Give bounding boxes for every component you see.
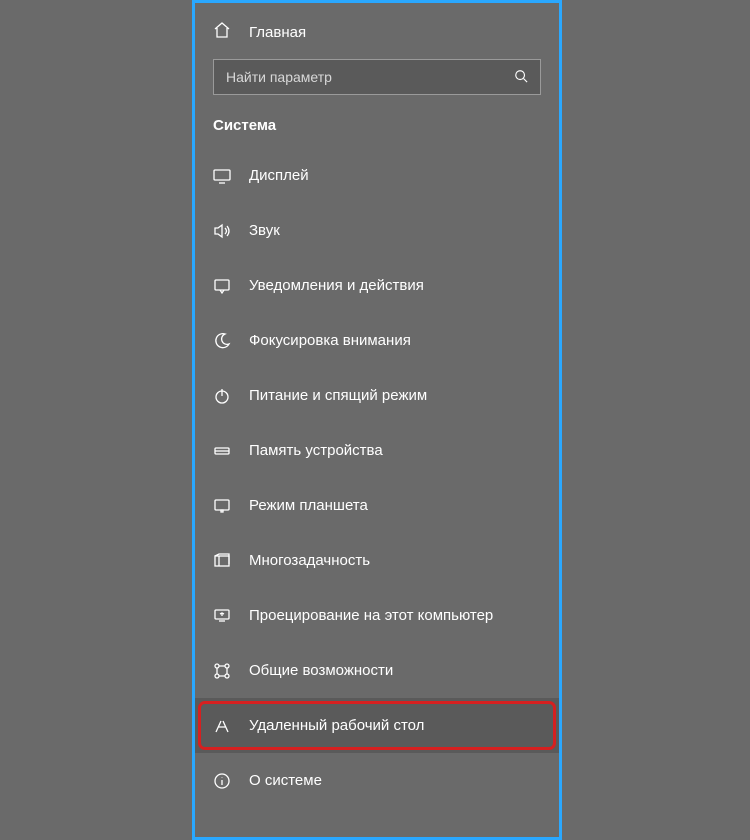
project-icon — [213, 607, 231, 625]
home-label: Главная — [249, 24, 306, 41]
power-icon — [213, 387, 231, 405]
nav-item-shared-exp[interactable]: Общие возможности — [195, 643, 559, 698]
monitor-icon — [213, 167, 231, 185]
section-title: Система — [195, 113, 559, 140]
search-icon — [514, 69, 530, 85]
search-input-container[interactable] — [213, 59, 541, 95]
multitask-icon — [213, 552, 231, 570]
moon-icon — [213, 332, 231, 350]
nav-label: Проецирование на этот компьютер — [249, 607, 493, 624]
nav-label: Общие возможности — [249, 662, 393, 679]
nav-label: Питание и спящий режим — [249, 387, 427, 404]
notification-icon — [213, 277, 231, 295]
nav-label: Звук — [249, 222, 280, 239]
nav-label: Уведомления и действия — [249, 277, 424, 294]
nav-item-focus-assist[interactable]: Фокусировка внимания — [195, 313, 559, 368]
nav-item-about[interactable]: О системе — [195, 753, 559, 808]
nav-label: Удаленный рабочий стол — [249, 717, 424, 734]
nav-list: Дисплей Звук Уведомления и действия Фоку… — [195, 140, 559, 808]
remote-icon — [213, 717, 231, 735]
home-nav-item[interactable]: Главная — [195, 13, 559, 57]
nav-item-power-sleep[interactable]: Питание и спящий режим — [195, 368, 559, 423]
search-input[interactable] — [224, 68, 514, 86]
nav-label: Многозадачность — [249, 552, 370, 569]
share-icon — [213, 662, 231, 680]
nav-label: Фокусировка внимания — [249, 332, 411, 349]
sound-icon — [213, 222, 231, 240]
nav-item-display[interactable]: Дисплей — [195, 148, 559, 203]
nav-item-sound[interactable]: Звук — [195, 203, 559, 258]
nav-item-storage[interactable]: Память устройства — [195, 423, 559, 478]
nav-item-remote-desktop[interactable]: Удаленный рабочий стол — [195, 698, 559, 753]
nav-label: О системе — [249, 772, 322, 789]
settings-system-sidebar: Главная Система Дисплей Звук Уведомления… — [192, 0, 562, 840]
nav-item-tablet-mode[interactable]: Режим планшета — [195, 478, 559, 533]
nav-item-multitasking[interactable]: Многозадачность — [195, 533, 559, 588]
storage-icon — [213, 442, 231, 460]
nav-label: Дисплей — [249, 167, 309, 184]
nav-label: Память устройства — [249, 442, 383, 459]
info-icon — [213, 772, 231, 790]
nav-item-projecting[interactable]: Проецирование на этот компьютер — [195, 588, 559, 643]
tablet-icon — [213, 497, 231, 515]
nav-label: Режим планшета — [249, 497, 368, 514]
nav-item-notifications[interactable]: Уведомления и действия — [195, 258, 559, 313]
home-icon — [213, 21, 231, 43]
